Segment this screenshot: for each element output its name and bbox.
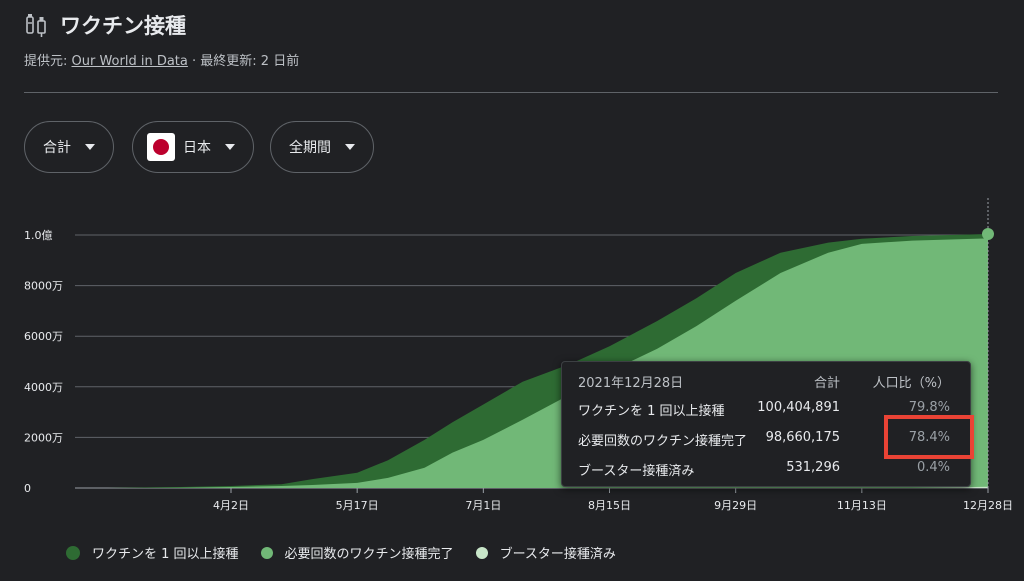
legend-swatch bbox=[475, 546, 488, 559]
x-tick-label: 11月13日 bbox=[837, 499, 887, 512]
x-tick-label: 9月29日 bbox=[714, 499, 757, 512]
tooltip-col-pct: 人口比（%） bbox=[872, 376, 950, 391]
y-tick-label: 0 bbox=[24, 482, 31, 495]
country-dropdown[interactable]: 日本 bbox=[132, 121, 254, 173]
divider bbox=[24, 92, 998, 93]
source-line: 提供元: Our World in Data · 最終更新: 2 日前 bbox=[24, 50, 299, 69]
source-suffix: · 最終更新: 2 日前 bbox=[187, 54, 300, 69]
y-tick-label: 1.0億 bbox=[24, 229, 53, 242]
title-row: ワクチン接種 bbox=[24, 10, 186, 40]
chevron-down-icon bbox=[225, 144, 235, 150]
source-link[interactable]: Our World in Data bbox=[72, 54, 188, 69]
tooltip-row-label: ワクチンを 1 回以上接種 bbox=[578, 404, 725, 419]
tooltip-date: 2021年12月28日 bbox=[578, 376, 684, 391]
y-tick-label: 6000万 bbox=[24, 330, 63, 343]
tooltip-row-total: 531,296 bbox=[786, 460, 840, 475]
x-tick-label: 12月28日 bbox=[963, 499, 1013, 512]
period-dropdown[interactable]: 全期間 bbox=[270, 121, 374, 173]
y-tick-label: 8000万 bbox=[24, 280, 63, 293]
chevron-down-icon bbox=[85, 144, 95, 150]
x-tick-label: 8月15日 bbox=[588, 499, 631, 512]
page-title: ワクチン接種 bbox=[60, 14, 186, 38]
tooltip-row-pct: 0.4% bbox=[916, 460, 950, 475]
tooltip-row-label: ブースター接種済み bbox=[578, 464, 695, 479]
legend-item: ブースター接種済み bbox=[475, 543, 616, 562]
tooltip-row: ブースター接種済み 531,296 0.4% bbox=[578, 460, 950, 480]
metric-label: 合計 bbox=[43, 140, 71, 156]
metric-dropdown[interactable]: 合計 bbox=[24, 121, 114, 173]
japan-flag-icon bbox=[147, 133, 175, 161]
legend-swatch bbox=[66, 545, 80, 560]
legend-swatch bbox=[260, 546, 273, 559]
hover-point bbox=[982, 227, 994, 240]
source-prefix: 提供元: bbox=[24, 54, 72, 69]
tooltip-col-total: 合計 bbox=[813, 376, 840, 391]
tooltip-row-total: 100,404,891 bbox=[757, 400, 840, 415]
y-tick-label: 4000万 bbox=[24, 381, 63, 394]
highlight-box bbox=[884, 415, 974, 459]
chart-legend: ワクチンを 1 回以上接種 必要回数のワクチン接種完了 ブースター接種済み bbox=[66, 543, 638, 562]
vaccine-icon bbox=[26, 14, 46, 37]
x-tick-label: 7月1日 bbox=[465, 499, 501, 512]
y-tick-label: 2000万 bbox=[24, 431, 63, 444]
legend-label: ブースター接種済み bbox=[499, 547, 616, 562]
tooltip-row-pct: 79.8% bbox=[908, 400, 950, 415]
x-tick-label: 4月2日 bbox=[213, 499, 249, 512]
country-label: 日本 bbox=[183, 140, 211, 156]
tooltip-row-total: 98,660,175 bbox=[765, 430, 840, 445]
period-label: 全期間 bbox=[289, 140, 331, 156]
legend-label: ワクチンを 1 回以上接種 bbox=[92, 547, 239, 562]
legend-item: ワクチンを 1 回以上接種 bbox=[66, 543, 239, 562]
legend-label: 必要回数のワクチン接種完了 bbox=[284, 547, 454, 562]
tooltip-row-label: 必要回数のワクチン接種完了 bbox=[578, 434, 748, 449]
chevron-down-icon bbox=[345, 144, 355, 150]
x-tick-label: 5月17日 bbox=[336, 499, 379, 512]
legend-item: 必要回数のワクチン接種完了 bbox=[260, 543, 454, 562]
